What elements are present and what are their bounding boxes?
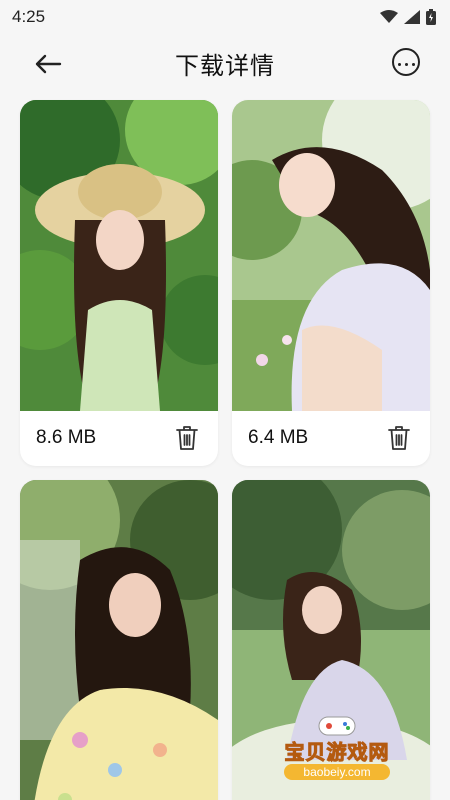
status-time: 4:25 [12, 7, 46, 26]
gamepad-logo-icon [318, 716, 356, 736]
file-size: 8.6 MB [36, 427, 97, 448]
delete-button[interactable] [174, 424, 200, 452]
download-card[interactable] [20, 480, 218, 800]
photo-image [20, 100, 218, 411]
signal-icon [404, 10, 420, 24]
photo-image [20, 480, 218, 800]
photo-image [232, 100, 430, 411]
header: 下载详情 [0, 34, 450, 92]
watermark-text: 宝贝游戏网 [284, 740, 390, 765]
battery-icon [426, 9, 436, 25]
more-dots-icon [396, 53, 417, 71]
download-card[interactable]: 8.6 MB [20, 100, 218, 466]
watermark-url: baobeiy.com [284, 764, 390, 780]
photo-thumbnail[interactable] [20, 100, 218, 411]
card-footer: 8.6 MB [20, 410, 218, 466]
page-title: 下载详情 [175, 53, 275, 80]
photo-thumbnail[interactable] [232, 100, 430, 411]
status-icons [380, 9, 436, 25]
download-card[interactable]: 6.4 MB [232, 100, 430, 466]
photo-thumbnail[interactable] [20, 480, 218, 800]
screen: 4:25 下载详情 8.6 MB 6.4 MB 宝贝游戏网 baobeiy.co… [0, 0, 450, 800]
more-options-button[interactable] [392, 48, 420, 76]
file-size: 6.4 MB [248, 427, 309, 448]
trash-icon [176, 426, 198, 450]
delete-button[interactable] [386, 424, 412, 452]
trash-icon [388, 426, 410, 450]
wifi-icon [380, 10, 398, 23]
card-footer: 6.4 MB [232, 410, 430, 466]
watermark: 宝贝游戏网 baobeiy.com [262, 712, 412, 782]
status-bar: 4:25 [0, 0, 450, 34]
